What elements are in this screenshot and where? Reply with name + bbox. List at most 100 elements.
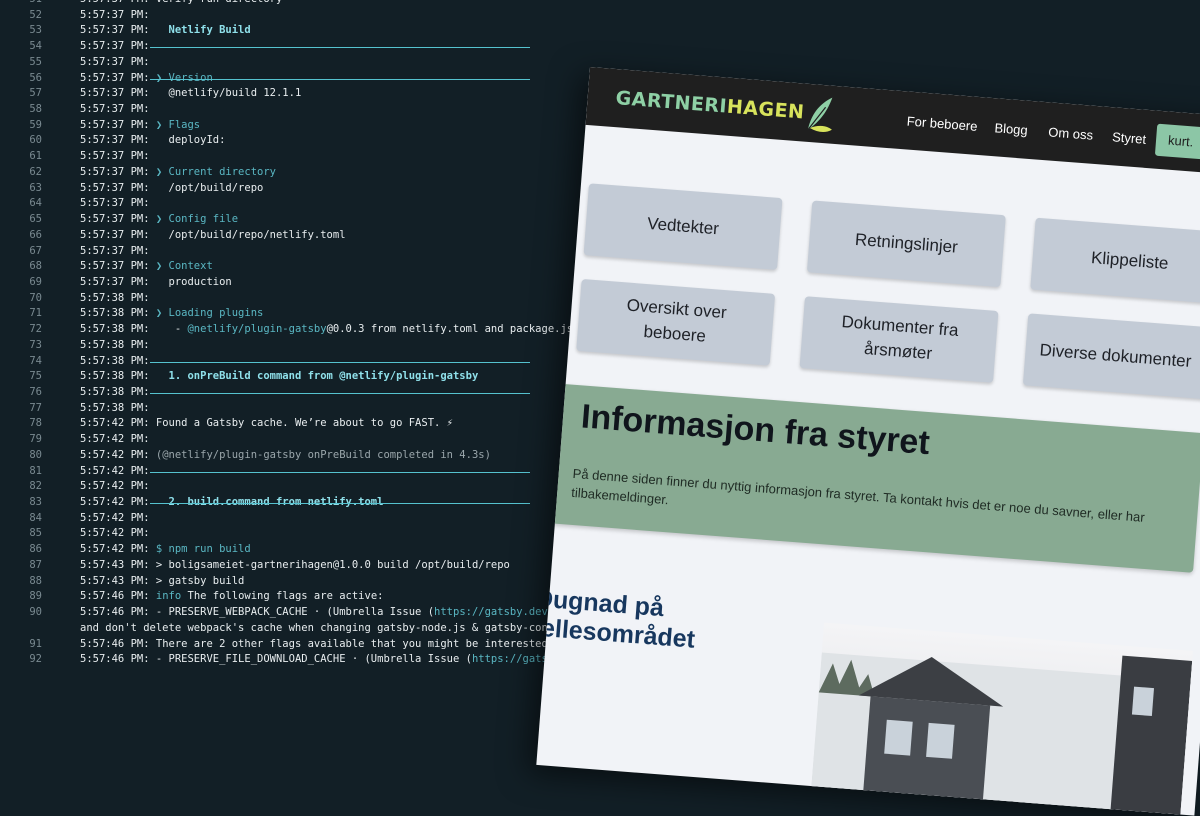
line-number: 87: [29, 558, 42, 571]
log-timestamp: 5:57:37 PM:: [80, 260, 150, 273]
log-timestamp: 5:57:37 PM:: [80, 197, 150, 210]
log-line: 84 5:57:42 PM:: [0, 511, 156, 527]
log-line: 88 5:57:43 PM: > gatsby build: [0, 574, 244, 590]
line-number: 61: [29, 150, 42, 163]
section-divider: [150, 393, 530, 394]
line-number: 58: [29, 103, 42, 116]
log-timestamp: 5:57:37 PM:: [80, 87, 150, 100]
section-divider: [150, 78, 530, 80]
tile-diverse-dokumenter[interactable]: Diverse dokumenter: [1022, 313, 1200, 401]
line-number: 89: [29, 590, 42, 603]
line-number: 81: [29, 464, 42, 477]
log-text: (@netlify/plugin-gatsby onPreBuild compl…: [155, 448, 491, 461]
tile-dokumenter-fra-arsmoter[interactable]: Dokumenter fra årsmøter: [799, 296, 999, 383]
log-text: /opt/build/repo: [155, 181, 264, 194]
log-timestamp: 5:57:42 PM:: [80, 417, 150, 430]
user-button[interactable]: kurt.: [1154, 123, 1200, 162]
log-text: ❯ Flags: [155, 118, 201, 131]
log-timestamp: 5:57:37 PM:: [80, 150, 150, 163]
line-number: 76: [29, 386, 42, 398]
tile-label: Retningslinjer: [854, 229, 959, 257]
log-line: 69 5:57:37 PM: production: [0, 275, 231, 291]
log-text: @0.0.3 from netlify.toml and package.jso…: [326, 323, 586, 336]
log-timestamp: 5:57:42 PM:: [80, 543, 150, 556]
log-line: 52 5:57:37 PM:: [0, 8, 156, 24]
log-line: 86 5:57:42 PM: $ npm run build: [0, 542, 250, 558]
log-line: 90 5:57:46 PM: - PRESERVE_WEBPACK_CACHE ·…: [0, 605, 592, 621]
log-text: ❯ Loading plugins: [155, 307, 264, 320]
leaf-logo-icon: [807, 97, 833, 132]
log-line: 55 5:57:37 PM:: [0, 55, 156, 71]
tile-label: Vedtekter: [646, 213, 720, 239]
line-number: 90: [29, 606, 42, 619]
log-timestamp: 5:57:37 PM:: [80, 134, 150, 147]
log-text: @netlify/build 12.1.1: [155, 87, 302, 100]
log-timestamp: 5:57:37 PM:: [80, 0, 150, 5]
log-text: verify run directory: [156, 0, 282, 5]
log-text: > gatsby build: [155, 574, 245, 587]
tile-label: Oversikt over beboere: [626, 295, 728, 346]
log-text: There are 2 other flags available that y…: [155, 637, 567, 650]
log-timestamp: 5:57:37 PM:: [80, 244, 150, 257]
line-number: 73: [29, 338, 42, 351]
log-line: 62 5:57:37 PM: ❯ Current directory: [0, 165, 276, 181]
log-line: 64 5:57:37 PM:: [0, 196, 156, 212]
info-panel: Informasjon fra styret På denne siden fi…: [550, 383, 1200, 573]
log-line: 58 5:57:37 PM:: [0, 102, 156, 118]
log-timestamp: 5:57:37 PM:: [80, 213, 150, 226]
line-number: 70: [29, 291, 42, 304]
log-timestamp: 5:57:37 PM:: [80, 118, 150, 131]
log-timestamp: 5:57:37 PM:: [80, 228, 150, 241]
nav-link-blogg[interactable]: Blogg: [994, 120, 1028, 138]
log-text: @netlify/plugin-gatsby: [187, 323, 327, 336]
log-text: 2. build.command from netlify.toml: [155, 496, 384, 509]
log-line: 87 5:57:43 PM: > boligsameiet-gartnerihag…: [0, 558, 510, 574]
nav-link-for-beboere[interactable]: For beboere: [906, 113, 978, 133]
log-timestamp: 5:57:38 PM:: [80, 323, 150, 336]
tile-label: Diverse dokumenter: [1038, 340, 1193, 371]
log-line: 78 5:57:42 PM: Found a Gatsby cache. We’r…: [0, 416, 453, 432]
log-line: 57 5:57:37 PM: @netlify/build 12.1.1: [0, 86, 301, 102]
line-number: 57: [29, 87, 42, 100]
line-number: 75: [29, 370, 42, 383]
log-timestamp: 5:57:37 PM:: [80, 24, 150, 37]
log-line: 59 5:57:37 PM: ❯ Flags: [0, 118, 200, 134]
tile-vedtekter[interactable]: Vedtekter: [583, 183, 783, 270]
nav-link-om-oss[interactable]: Om oss: [1048, 124, 1094, 142]
tile-retningslinjer[interactable]: Retningslinjer: [806, 200, 1006, 288]
log-timestamp: 5:57:43 PM:: [80, 558, 150, 571]
line-number: 92: [29, 653, 42, 666]
log-line: 85 5:57:42 PM:: [0, 526, 156, 542]
info-text: På denne siden finner du nyttig informas…: [570, 465, 1146, 525]
line-number: 62: [29, 165, 42, 178]
line-number: 69: [29, 275, 42, 288]
log-line: 82 5:57:42 PM:: [0, 479, 156, 495]
section-divider: [150, 471, 530, 473]
log-timestamp: 5:57:37 PM:: [80, 8, 150, 21]
line-number: 74: [29, 354, 42, 367]
site-logo[interactable]: GARTNERIHAGEN: [615, 87, 805, 123]
line-number: 52: [29, 8, 42, 21]
log-line: 76 5:57:38 PM:: [0, 385, 156, 401]
log-text: ❯ Context: [155, 260, 213, 273]
log-timestamp: 5:57:46 PM:: [80, 590, 150, 603]
log-line: 66 5:57:37 PM: /opt/build/repo/netlify.to…: [0, 228, 345, 244]
log-line: 53 5:57:37 PM: Netlify Build: [0, 23, 250, 39]
nav-link-styret[interactable]: Styret: [1112, 129, 1147, 147]
log-timestamp: 5:57:37 PM:: [80, 275, 150, 288]
line-number: 59: [29, 118, 42, 131]
website-preview-card: GARTNERIHAGEN For beboere Blogg Om oss S…: [536, 67, 1200, 816]
section-title-text: Dugnad på fellesområdet: [536, 584, 697, 654]
line-number: 80: [29, 448, 42, 461]
log-text: and don't delete webpack's cache when ch…: [80, 621, 567, 634]
log-timestamp: 5:57:37 PM:: [80, 165, 150, 178]
log-timestamp: 5:57:46 PM:: [80, 637, 150, 650]
tile-klippeliste[interactable]: Klippeliste: [1030, 217, 1200, 305]
log-timestamp: 5:57:38 PM:: [80, 370, 150, 383]
log-timestamp: 5:57:37 PM:: [80, 71, 150, 84]
log-line: 81 5:57:42 PM:: [0, 464, 156, 480]
log-timestamp: 5:57:46 PM:: [80, 653, 150, 666]
log-timestamp: 5:57:42 PM:: [80, 448, 150, 461]
tile-oversikt-over-beboere[interactable]: Oversikt over beboere: [576, 278, 776, 366]
section-divider: [150, 361, 530, 363]
